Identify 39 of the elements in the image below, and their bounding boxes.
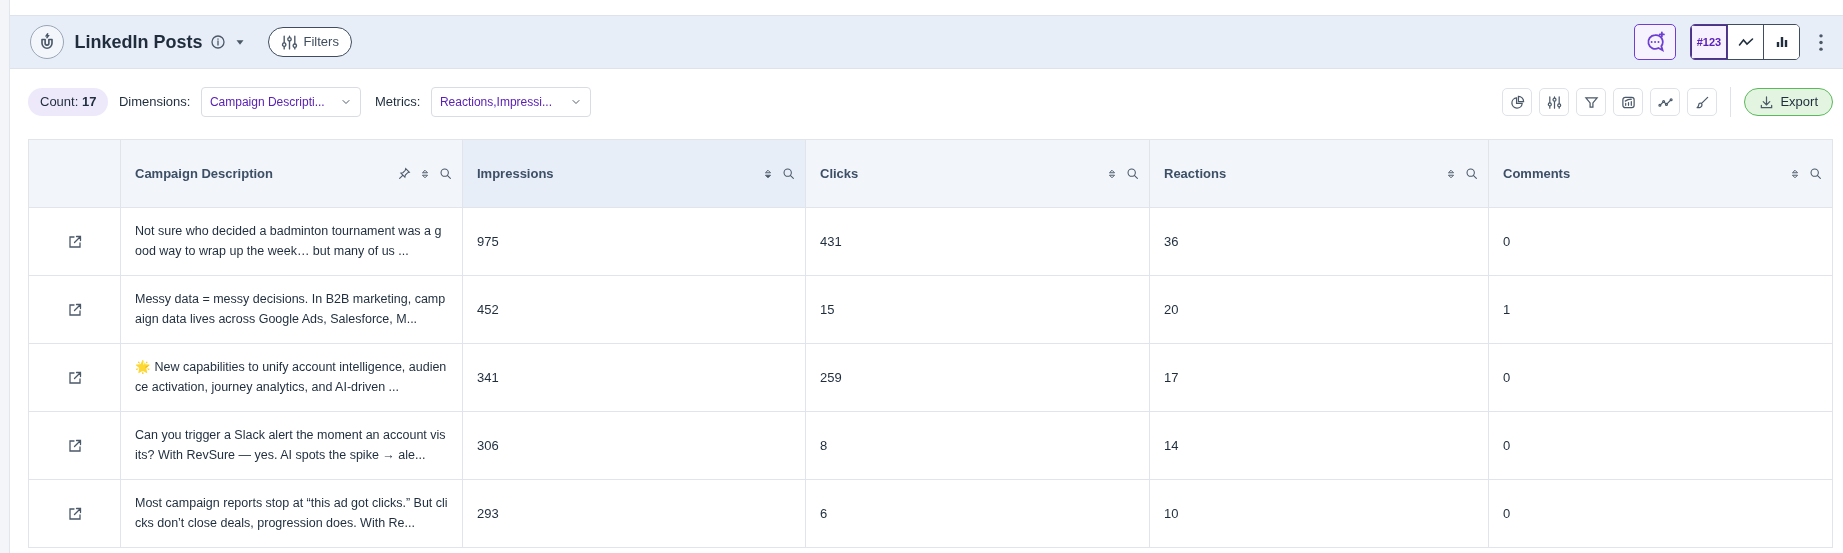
dimensions-label: Dimensions:	[118, 93, 191, 112]
table-cell-text: 306	[477, 436, 499, 455]
table-cell-text: 259	[820, 368, 842, 387]
description-text: 🌟 New capabilities to unify account intelligence, audience activation, journey analytics, and AI-driven ...	[135, 359, 448, 396]
table-cell-text: 20	[1164, 300, 1179, 319]
column-header[interactable]: Clicks	[806, 140, 1150, 208]
table-cell-text: 0	[1503, 232, 1511, 251]
export-button[interactable]: Export	[1744, 88, 1833, 116]
metrics-label: Metrics:	[374, 93, 421, 112]
column-header[interactable]: Campaign Description	[121, 140, 463, 208]
table-cell-text: 36	[1164, 232, 1179, 251]
description-text: Can you trigger a Slack alert the moment an account visits? With RevSure — yes. AI spots the spike → ale...	[135, 427, 447, 464]
metrics-select[interactable]: Reactions,Impressi...	[430, 87, 591, 117]
count-badge: Count: 17	[28, 88, 109, 116]
table-cell-text: 452	[477, 300, 499, 319]
table-cell-text: 975	[477, 232, 499, 251]
widget-title: LinkedIn Posts	[74, 30, 203, 54]
description-text: Messy data = messy decisions. In B2B marketing, campaign data lives across Google Ads, Salesforce, M...	[135, 291, 447, 328]
description-text: Not sure who decided a badminton tournament was a good way to wrap up the week… but many of us ...	[135, 223, 443, 260]
filters-button[interactable]: Filters	[267, 27, 352, 57]
table-cell-text: 15	[820, 300, 835, 319]
number-view-button[interactable]: #123	[1691, 25, 1727, 59]
table-cell-text: 293	[477, 504, 499, 523]
table-cell-text: 0	[1503, 504, 1511, 523]
table-cell-text: 0	[1503, 368, 1511, 387]
description-text: Most campaign reports stop at “this ad got clicks.” But clicks don’t close deals, progression does. With Re...	[135, 495, 448, 532]
table-cell-text: 341	[477, 368, 499, 387]
table-cell-text: 8	[820, 436, 828, 455]
column-header[interactable]: Impressions	[463, 140, 806, 208]
table-cell-text: 10	[1164, 504, 1179, 523]
column-header[interactable]: Reactions	[1150, 140, 1489, 208]
table-cell-text: 6	[820, 504, 828, 523]
table-cell-text: 431	[820, 232, 842, 251]
dimensions-select[interactable]: Campaign Descripti...	[200, 87, 361, 117]
column-header[interactable]: Comments	[1489, 140, 1833, 208]
table-cell-text: 0	[1503, 436, 1511, 455]
table-cell-text: 1	[1503, 300, 1511, 319]
table-cell-text: 14	[1164, 436, 1179, 455]
table-cell-text: 17	[1164, 368, 1179, 387]
